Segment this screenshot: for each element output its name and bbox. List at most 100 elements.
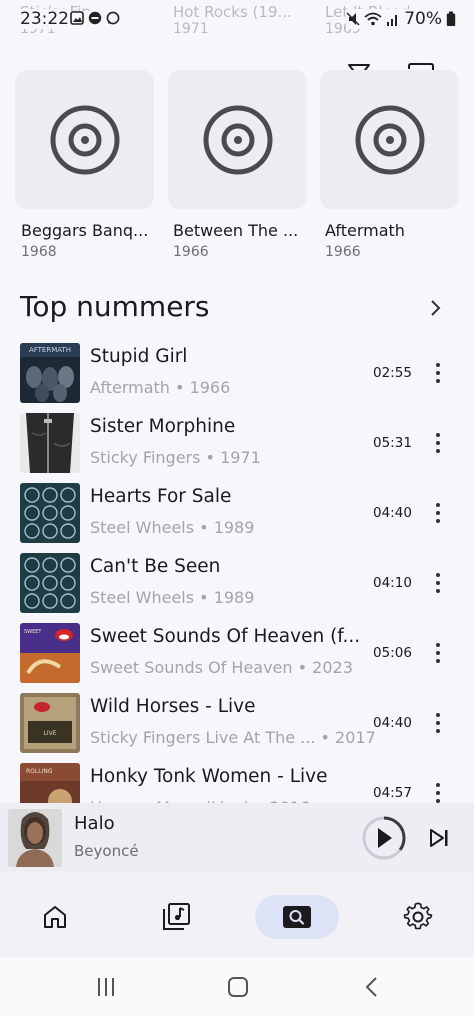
mini-player[interactable]: Halo Beyoncé — [0, 803, 474, 873]
track-cover: LIVE — [20, 693, 80, 753]
track-title: Hearts For Sale — [90, 486, 232, 507]
more-vert-icon — [436, 433, 440, 437]
status-bar: 23:22 70% — [0, 0, 474, 36]
home-system-button[interactable] — [218, 967, 258, 1007]
chevron-right-icon — [431, 300, 441, 316]
back-chevron-icon — [365, 977, 377, 997]
svg-text:SWEET: SWEET — [24, 629, 42, 635]
library-icon — [163, 903, 190, 930]
more-vert-dot — [436, 651, 440, 655]
track-subtitle: Steel Wheels • 1989 — [90, 518, 255, 537]
track-row[interactable]: LIVE Wild Horses - Live Sticky Fingers L… — [0, 693, 474, 763]
play-icon — [362, 816, 406, 860]
more-vert-dot — [436, 589, 440, 593]
battery-percent: 70% — [404, 9, 442, 29]
skip-next-icon — [430, 829, 448, 847]
album-card[interactable]: Aftermath 1966 — [320, 70, 459, 260]
track-title: Stupid Girl — [90, 346, 188, 367]
track-subtitle: Sticky Fingers Live At The ... • 2017 — [90, 728, 376, 747]
track-subtitle: Sticky Fingers • 1971 — [90, 448, 261, 467]
more-vert-icon — [436, 783, 440, 787]
cover-sticky-fingers — [20, 413, 80, 473]
disc-icon — [203, 105, 272, 174]
track-row[interactable]: Can't Be Seen Steel Wheels • 1989 04:10 — [0, 553, 474, 623]
more-options-button[interactable] — [428, 429, 448, 457]
cover-aftermath: AFTERMATH — [20, 343, 80, 403]
track-subtitle: Sweet Sounds Of Heaven • 2023 — [90, 658, 353, 677]
nav-search[interactable] — [255, 895, 339, 939]
disc-icon — [50, 105, 119, 174]
more-options-button[interactable] — [428, 709, 448, 737]
more-vert-dot — [436, 441, 440, 445]
cover-halo — [8, 809, 62, 867]
gallery-icon — [70, 11, 84, 25]
system-status-icons: 70% — [346, 9, 456, 29]
svg-text:ROLLING: ROLLING — [26, 768, 53, 775]
more-vert-dot — [436, 791, 440, 795]
track-title: Wild Horses - Live — [90, 696, 256, 717]
track-duration: 04:57 — [373, 785, 412, 801]
more-options-button[interactable] — [428, 639, 448, 667]
album-card[interactable]: Beggars Banq... 1968 — [15, 70, 154, 260]
album-year: 1966 — [173, 244, 209, 260]
track-duration: 04:40 — [373, 715, 412, 731]
more-vert-dot — [436, 721, 440, 725]
more-options-button[interactable] — [428, 569, 448, 597]
more-vert-dot — [436, 581, 440, 585]
now-playing-artist: Beyoncé — [74, 842, 139, 860]
cover-sweet-sounds: SWEET — [20, 623, 80, 683]
svg-text:AFTERMATH: AFTERMATH — [29, 346, 71, 354]
now-playing-title: Halo — [74, 813, 115, 834]
more-vert-dot — [436, 449, 440, 453]
svg-text:LIVE: LIVE — [43, 730, 56, 737]
album-art-placeholder — [320, 70, 459, 209]
track-title: Sister Morphine — [90, 416, 236, 437]
play-button[interactable] — [360, 814, 408, 862]
track-row[interactable]: AFTERMATH Stupid Girl Aftermath • 1966 0… — [0, 343, 474, 413]
see-all-button[interactable] — [425, 298, 445, 322]
track-cover — [20, 483, 80, 543]
cover-sticky-fingers-live: LIVE — [20, 693, 80, 753]
home-square-icon — [228, 977, 248, 997]
nav-library[interactable] — [134, 895, 218, 939]
nav-settings[interactable] — [376, 895, 460, 939]
section-title-top-tracks: Top nummers — [20, 290, 210, 323]
more-vert-icon — [436, 363, 440, 367]
notification-icons — [70, 11, 120, 25]
track-row[interactable]: SWEET Sweet Sounds Of Heaven (f... Sweet… — [0, 623, 474, 693]
album-title: Beggars Banq... — [21, 221, 149, 240]
bottom-nav — [0, 873, 474, 957]
more-options-button[interactable] — [428, 359, 448, 387]
nav-home[interactable] — [13, 895, 97, 939]
track-title: Can't Be Seen — [90, 556, 221, 577]
whatsapp-icon — [106, 11, 120, 25]
status-time: 23:22 — [20, 9, 71, 29]
recents-button[interactable] — [86, 967, 126, 1007]
recents-icon — [98, 978, 114, 996]
more-options-button[interactable] — [428, 499, 448, 527]
track-duration: 02:55 — [373, 365, 412, 381]
track-duration: 05:31 — [373, 435, 412, 451]
track-cover — [20, 413, 80, 473]
settings-icon — [403, 902, 433, 930]
more-vert-dot — [436, 511, 440, 515]
disc-icon — [355, 105, 424, 174]
next-button[interactable] — [419, 818, 459, 858]
track-duration: 04:10 — [373, 575, 412, 591]
track-duration: 04:40 — [373, 505, 412, 521]
track-row[interactable]: Hearts For Sale Steel Wheels • 1989 04:4… — [0, 483, 474, 553]
mute-icon — [346, 12, 360, 26]
more-vert-dot — [436, 379, 440, 383]
battery-icon — [446, 11, 456, 26]
more-vert-dot — [436, 729, 440, 733]
track-cover: SWEET — [20, 623, 80, 683]
album-year: 1968 — [21, 244, 57, 260]
album-card[interactable]: Between The ... 1966 — [168, 70, 307, 260]
album-art-placeholder — [15, 70, 154, 209]
track-row[interactable]: Sister Morphine Sticky Fingers • 1971 05… — [0, 413, 474, 483]
more-vert-dot — [436, 371, 440, 375]
system-nav-bar — [0, 957, 474, 1016]
album-title: Between The ... — [173, 221, 299, 240]
cover-steel-wheels — [20, 553, 80, 613]
back-button[interactable] — [352, 967, 392, 1007]
